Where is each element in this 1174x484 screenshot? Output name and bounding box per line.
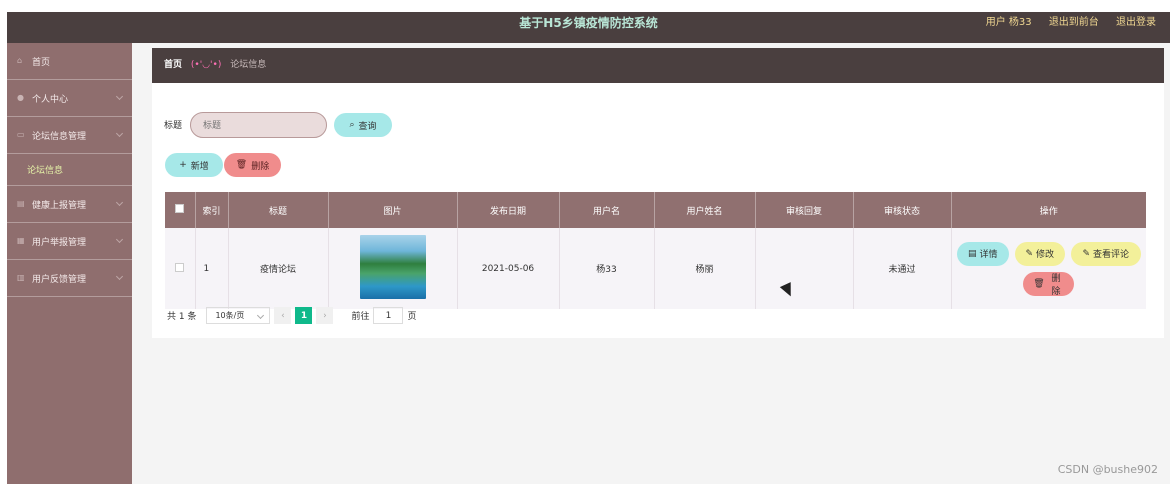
forum-table: 索引 标题 图片 发布日期 用户名 用户姓名 审核回复 审核状态 操作 1 疫情… bbox=[165, 192, 1146, 309]
next-page-button[interactable]: › bbox=[316, 307, 334, 324]
page-unit-label: 页 bbox=[407, 312, 417, 322]
cell-title: 疫情论坛 bbox=[228, 228, 329, 309]
comment-icon: ✎ bbox=[1082, 248, 1091, 259]
breadcrumb-home[interactable]: 首页 bbox=[164, 60, 182, 70]
chevron-down-icon bbox=[115, 92, 124, 101]
breadcrumb: 首页 (•'◡'•) 论坛信息 bbox=[152, 48, 1164, 83]
sidebar-item-home[interactable]: ⌂ 首页 bbox=[7, 43, 132, 80]
waterfall-thumbnail[interactable] bbox=[359, 235, 426, 299]
edit-button-label: 修改 bbox=[1036, 250, 1055, 260]
detail-button[interactable]: ▤ 详情 bbox=[956, 241, 1009, 266]
table-row: 1 疫情论坛 2021-05-06 杨33 杨丽 未通过 ▤ 详情 ✎ 修改 ✎… bbox=[165, 228, 1146, 309]
col-date[interactable]: 发布日期 bbox=[457, 192, 560, 228]
cell-username: 杨33 bbox=[559, 228, 655, 309]
cell-index: 1 bbox=[195, 228, 229, 309]
cell-actions: ▤ 详情 ✎ 修改 ✎ 查看评论 🗑 删除 bbox=[951, 228, 1146, 309]
row-delete-label: 删除 bbox=[1051, 273, 1061, 297]
edit-icon: ✎ bbox=[1025, 248, 1034, 259]
search-input[interactable] bbox=[190, 112, 327, 138]
cell-name: 杨丽 bbox=[654, 228, 756, 309]
query-button-label: 查询 bbox=[358, 121, 377, 132]
action-group: ▤ 详情 ✎ 修改 ✎ 查看评论 🗑 删除 bbox=[952, 241, 1147, 297]
prev-page-button[interactable]: ‹ bbox=[274, 307, 292, 324]
view-comments-label: 查看评论 bbox=[1093, 250, 1130, 260]
pagination: 共 1 条 10条/页 ‹ 1 › 前往 1 页 bbox=[167, 307, 416, 324]
add-button[interactable]: + 新增 bbox=[165, 153, 223, 177]
col-status[interactable]: 审核状态 bbox=[853, 192, 952, 228]
cell-date: 2021-05-06 bbox=[457, 228, 560, 309]
user-area: 用户 杨33 退出到前台 退出登录 bbox=[972, 12, 1156, 34]
view-comments-button[interactable]: ✎ 查看评论 bbox=[1070, 241, 1141, 266]
goto-page-input[interactable]: 1 bbox=[373, 307, 404, 324]
total-count: 共 1 条 bbox=[167, 312, 197, 322]
select-all-checkbox[interactable] bbox=[165, 192, 196, 228]
chevron-down-icon bbox=[115, 129, 124, 138]
home-icon: ⌂ bbox=[17, 56, 23, 65]
sidebar: ⌂ 首页 ● 个人中心 ▭ 论坛信息管理 论坛信息 ▤ 健康上报管理 ▦ 用户举… bbox=[7, 43, 132, 484]
trash-icon: 🗑 bbox=[235, 160, 248, 170]
search-label: 标题 bbox=[164, 121, 183, 131]
app-frame: 基于H5乡镇疫情防控系统 用户 杨33 退出到前台 退出登录 ⌂ 首页 ● 个人… bbox=[7, 12, 1170, 484]
edit-button[interactable]: ✎ 修改 bbox=[1014, 241, 1065, 266]
chevron-down-icon bbox=[115, 198, 124, 207]
col-username[interactable]: 用户名 bbox=[559, 192, 655, 228]
delete-button-label: 删除 bbox=[251, 161, 270, 172]
sidebar-subitem-forum-info[interactable]: 论坛信息 bbox=[7, 154, 132, 186]
row-delete-button[interactable]: 🗑 删除 bbox=[1023, 271, 1075, 297]
row-checkbox[interactable] bbox=[165, 228, 196, 309]
col-title[interactable]: 标题 bbox=[228, 192, 329, 228]
sidebar-item-user-feedback[interactable]: ▥ 用户反馈管理 bbox=[7, 260, 132, 297]
back-to-frontend-link[interactable]: 退出到前台 bbox=[1049, 17, 1099, 28]
watermark: CSDN @bushe902 bbox=[1057, 463, 1158, 476]
user-name: 用户 杨33 bbox=[985, 17, 1032, 28]
add-button-label: 新增 bbox=[190, 161, 209, 172]
sidebar-item-label: 个人中心 bbox=[32, 94, 69, 105]
search-icon: ⌕ bbox=[349, 120, 355, 130]
page-size-select[interactable]: 10条/页 bbox=[206, 307, 271, 324]
trash-icon: 🗑 bbox=[1033, 278, 1045, 289]
sidebar-item-label: 用户反馈管理 bbox=[32, 274, 87, 285]
checkbox-icon bbox=[175, 262, 185, 272]
detail-button-label: 详情 bbox=[979, 250, 998, 260]
breadcrumb-current: 论坛信息 bbox=[230, 60, 267, 70]
batch-delete-button[interactable]: 🗑 删除 bbox=[224, 153, 281, 177]
col-image[interactable]: 图片 bbox=[328, 192, 458, 228]
col-name[interactable]: 用户姓名 bbox=[654, 192, 756, 228]
report-icon: ▤ bbox=[17, 199, 25, 208]
sidebar-item-label: 论坛信息管理 bbox=[32, 131, 87, 142]
chevron-down-icon bbox=[115, 272, 124, 281]
breadcrumb-emoticon: (•'◡'•) bbox=[190, 60, 222, 70]
sidebar-item-user-report[interactable]: ▦ 用户举报管理 bbox=[7, 223, 132, 260]
plus-icon: + bbox=[179, 160, 187, 170]
table-header-row: 索引 标题 图片 发布日期 用户名 用户姓名 审核回复 审核状态 操作 bbox=[165, 192, 1146, 228]
page-number-button[interactable]: 1 bbox=[295, 307, 313, 324]
cell-status: 未通过 bbox=[853, 228, 952, 309]
main-panel: 首页 (•'◡'•) 论坛信息 标题 ⌕ 查询 + 新增 🗑 删除 索引 标题 … bbox=[152, 48, 1164, 338]
cell-image bbox=[328, 228, 458, 309]
sidebar-item-health-report[interactable]: ▤ 健康上报管理 bbox=[7, 186, 132, 223]
detail-icon: ▤ bbox=[967, 248, 977, 259]
logout-link[interactable]: 退出登录 bbox=[1116, 17, 1156, 28]
query-button[interactable]: ⌕ 查询 bbox=[334, 113, 392, 137]
sidebar-item-personal-center[interactable]: ● 个人中心 bbox=[7, 80, 132, 117]
col-index: 索引 bbox=[195, 192, 229, 228]
sidebar-item-label: 首页 bbox=[32, 57, 51, 68]
col-actions: 操作 bbox=[951, 192, 1146, 228]
col-reply[interactable]: 审核回复 bbox=[755, 192, 854, 228]
feedback-icon: ▥ bbox=[17, 273, 25, 282]
chevron-down-icon bbox=[115, 235, 124, 244]
sidebar-item-label: 用户举报管理 bbox=[32, 237, 87, 248]
checkbox-icon bbox=[175, 204, 185, 213]
user-icon: ● bbox=[17, 93, 24, 102]
sidebar-item-label: 健康上报管理 bbox=[32, 200, 87, 211]
top-bar: 基于H5乡镇疫情防控系统 用户 杨33 退出到前台 退出登录 bbox=[7, 12, 1170, 43]
goto-label: 前往 bbox=[351, 312, 370, 322]
sidebar-item-forum-management[interactable]: ▭ 论坛信息管理 bbox=[7, 117, 132, 154]
flag-icon: ▦ bbox=[17, 236, 25, 245]
chat-icon: ▭ bbox=[17, 130, 25, 139]
cell-reply bbox=[755, 228, 854, 309]
